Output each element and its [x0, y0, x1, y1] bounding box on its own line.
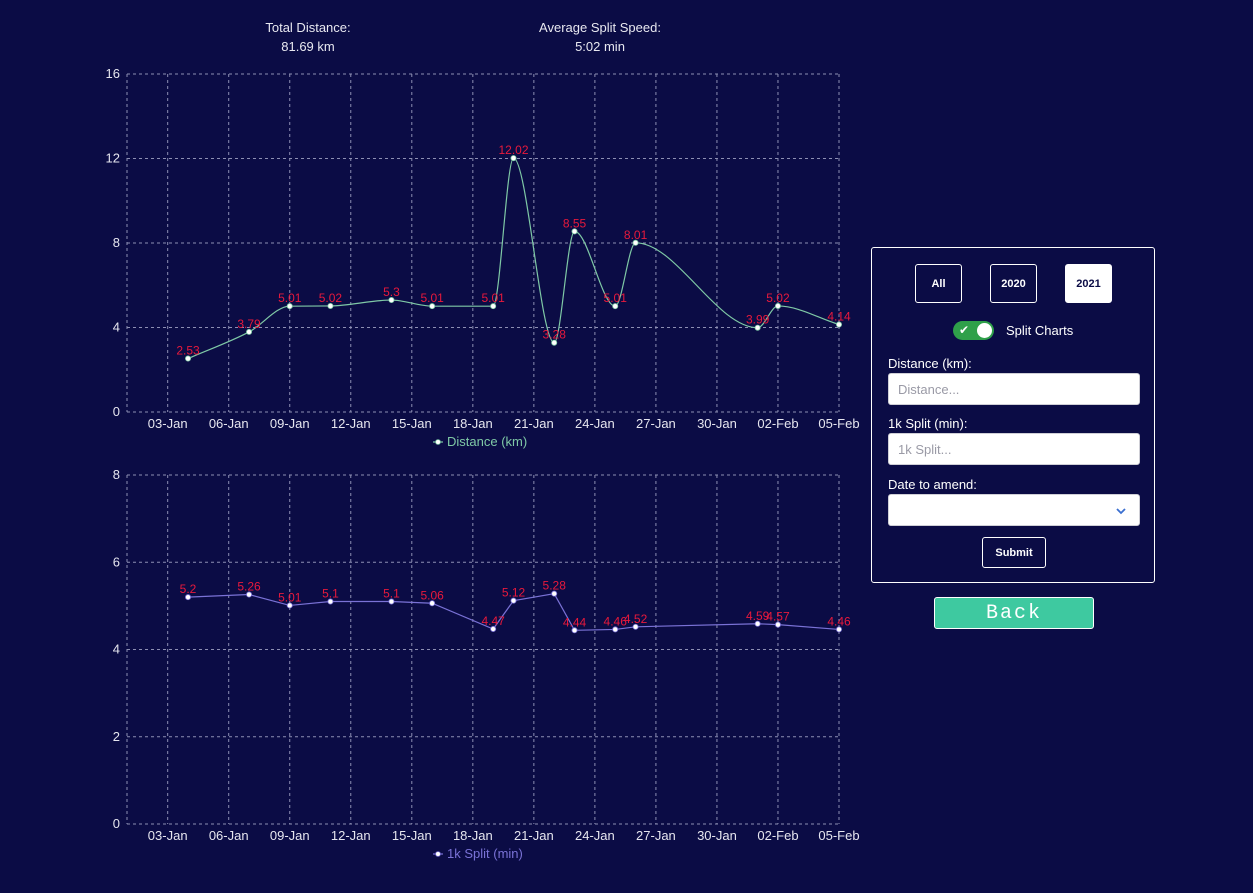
chart1-xtick-label: 03-Jan [148, 416, 188, 431]
chart2-xtick-label: 02-Feb [757, 828, 798, 843]
filter-2021-button[interactable]: 2021 [1065, 264, 1112, 303]
chart2-xtick-label: 12-Jan [331, 828, 371, 843]
chart1-xtick-label: 06-Jan [209, 416, 249, 431]
chart1-ytick-label: 8 [113, 235, 120, 250]
chart1-data-label: 8.01 [624, 228, 648, 242]
split-charts-toggle[interactable]: ✔ [953, 320, 994, 340]
chart2-ytick-label: 2 [113, 729, 120, 744]
chart1-data-label: 12.02 [498, 143, 528, 157]
split-charts-toggle-row: ✔ Split Charts [953, 320, 1073, 340]
toggle-knob [977, 322, 992, 338]
chart1-xtick-label: 02-Feb [757, 416, 798, 431]
chart2-data-label: 4.52 [624, 612, 648, 626]
chart1-data-label: 5.01 [278, 291, 302, 305]
chart1-ytick-label: 12 [106, 151, 120, 166]
chart2-data-label: 5.26 [237, 580, 261, 594]
chart2-xtick-label: 03-Jan [148, 828, 188, 843]
chart2-xtick-label: 30-Jan [697, 828, 737, 843]
chart1-data-label: 5.02 [766, 291, 790, 305]
split-input[interactable] [888, 433, 1140, 465]
filter-2020-button[interactable]: 2020 [990, 264, 1037, 303]
chart1-xtick-label: 09-Jan [270, 416, 310, 431]
chart2-xtick-label: 24-Jan [575, 828, 615, 843]
chart2-xtick-label: 06-Jan [209, 828, 249, 843]
chart2-data-label: 5.1 [322, 587, 339, 601]
chart1-xtick-label: 24-Jan [575, 416, 615, 431]
chart2-data-label: 5.28 [543, 579, 567, 593]
chart2-data-label: 5.1 [383, 587, 400, 601]
filter-all-button[interactable]: All [915, 264, 962, 303]
chart1-data-label: 3.99 [746, 313, 770, 327]
chart1-data-label: 8.55 [563, 216, 587, 230]
chart1-data-label: 5.01 [604, 291, 628, 305]
controls-panel: All 2020 2021 ✔ Split Charts Distance (k… [871, 247, 1155, 583]
chart2-data-label: 4.47 [481, 614, 505, 628]
chart2-xtick-label: 09-Jan [270, 828, 310, 843]
chart1-legend-label: Distance (km) [447, 434, 527, 449]
chevron-down-icon [1115, 504, 1127, 522]
chart2-legend-label: 1k Split (min) [447, 846, 523, 861]
chart2-data-label: 4.44 [563, 615, 587, 629]
chart1-data-label: 4.14 [827, 310, 851, 324]
back-button[interactable]: Back [934, 597, 1094, 629]
chart1-xtick-label: 21-Jan [514, 416, 554, 431]
check-icon: ✔ [959, 322, 970, 337]
chart1-xtick-label: 27-Jan [636, 416, 676, 431]
chart2-legend-marker [435, 851, 441, 857]
distance-label: Distance (km): [888, 356, 972, 371]
chart2-ytick-label: 8 [113, 467, 120, 482]
chart2-data-label: 5.2 [180, 582, 197, 596]
chart2-xtick-label: 15-Jan [392, 828, 432, 843]
chart2-xtick-label: 21-Jan [514, 828, 554, 843]
chart2-ytick-label: 0 [113, 816, 120, 831]
chart1-data-label: 2.53 [176, 344, 200, 358]
chart2-data-label: 4.46 [827, 614, 851, 628]
split-label: 1k Split (min): [888, 416, 968, 431]
chart1-ytick-label: 16 [106, 66, 120, 81]
submit-button[interactable]: Submit [982, 537, 1046, 568]
date-label: Date to amend: [888, 477, 977, 492]
chart1-series-line [187, 157, 840, 360]
chart1-data-label: 3.28 [543, 328, 567, 342]
chart2-ytick-label: 6 [113, 554, 120, 569]
chart2-data-label: 5.01 [278, 590, 302, 604]
chart1-xtick-label: 12-Jan [331, 416, 371, 431]
chart2-data-label: 5.12 [502, 586, 526, 600]
charts-area: 0 4 8 12 16 03-Jan 06-Jan 09-Jan 12-Jan 15-Jan 18-… [106, 66, 860, 861]
chart2-data-label: 4.57 [766, 610, 790, 624]
split-charts-label: Split Charts [1006, 322, 1074, 338]
chart2-data-label: 5.06 [420, 588, 444, 602]
chart1-ytick-label: 0 [113, 404, 120, 419]
chart1-data-label: 3.79 [237, 317, 261, 331]
chart2-xtick-label: 27-Jan [636, 828, 676, 843]
chart1-xtick-label: 18-Jan [453, 416, 493, 431]
chart1-xtick-label: 05-Feb [818, 416, 859, 431]
chart1-data-label: 5.01 [481, 291, 505, 305]
chart1-ytick-label: 4 [113, 320, 120, 335]
chart1-xtick-label: 15-Jan [392, 416, 432, 431]
chart1-data-label: 5.3 [383, 285, 400, 299]
chart2-xtick-label: 05-Feb [818, 828, 859, 843]
chart2-xtick-label: 18-Jan [453, 828, 493, 843]
chart2-ytick-label: 4 [113, 642, 120, 657]
chart1-xtick-label: 30-Jan [697, 416, 737, 431]
chart1-data-label: 5.01 [420, 291, 444, 305]
chart1-legend-marker [435, 439, 441, 445]
distance-input[interactable] [888, 373, 1140, 405]
chart1-data-label: 5.02 [319, 291, 343, 305]
date-select[interactable] [888, 494, 1140, 526]
